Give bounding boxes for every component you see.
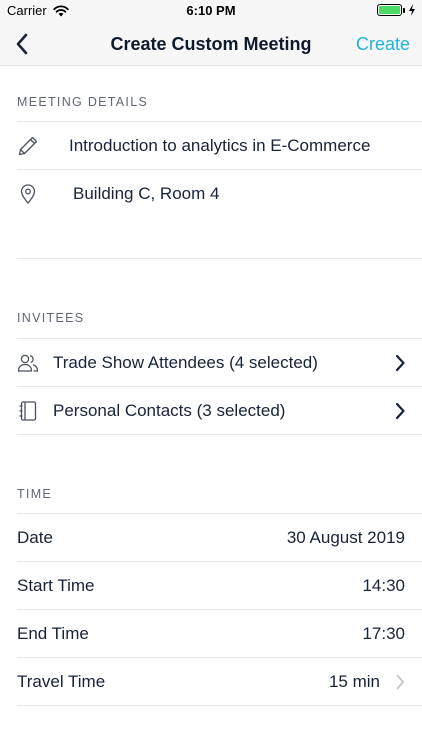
create-button[interactable]: Create (356, 34, 410, 55)
section-divider (17, 258, 422, 259)
travel-time-label: Travel Time (17, 671, 106, 691)
meeting-location-row[interactable]: Building C, Room 4 (17, 169, 422, 217)
battery-icon (377, 4, 402, 16)
status-bar: Carrier 6:10 PM (0, 0, 422, 22)
date-value: 30 August 2019 (286, 527, 405, 547)
start-time-row[interactable]: Start Time 14:30 (17, 561, 422, 609)
meeting-location-value[interactable]: Building C, Room 4 (73, 184, 219, 204)
pencil-icon (18, 136, 38, 155)
battery-indicator (377, 4, 416, 16)
date-row[interactable]: Date 30 August 2019 (17, 513, 422, 561)
charging-bolt-icon (409, 4, 415, 16)
invitee-group-personal-contacts[interactable]: Personal Contacts (3 selected) (17, 386, 422, 434)
invitee-group-trade-show[interactable]: Trade Show Attendees (4 selected) (17, 338, 422, 386)
end-time-label: End Time (17, 623, 89, 643)
end-time-row[interactable]: End Time 17:30 (17, 609, 422, 657)
section-header-time: TIME (17, 487, 53, 501)
location-pin-icon (20, 183, 36, 204)
chevron-right-icon (396, 674, 404, 690)
invitee-group-label: Trade Show Attendees (4 selected) (53, 352, 318, 372)
travel-time-value: 15 min (328, 671, 380, 691)
date-label: Date (17, 527, 53, 547)
invitee-group-label: Personal Contacts (3 selected) (53, 400, 286, 420)
status-time: 6:10 PM (186, 3, 236, 18)
chevron-right-icon (395, 354, 405, 372)
address-book-icon (19, 400, 37, 421)
section-header-invitees: INVITEES (17, 311, 85, 325)
chevron-right-icon (395, 402, 405, 420)
end-time-value: 17:30 (362, 623, 405, 643)
section-header-meeting-details: MEETING DETAILS (17, 95, 149, 109)
people-icon (17, 354, 39, 372)
start-time-label: Start Time (17, 575, 95, 595)
section-divider (17, 705, 422, 706)
navigation-bar: Create Custom Meeting Create (0, 22, 422, 66)
start-time-value: 14:30 (362, 575, 405, 595)
meeting-title-value[interactable]: Introduction to analytics in E-Commerce (69, 136, 370, 156)
meeting-title-row[interactable]: Introduction to analytics in E-Commerce (17, 121, 422, 169)
section-divider (17, 434, 422, 435)
travel-time-row[interactable]: Travel Time 15 min (17, 657, 422, 705)
